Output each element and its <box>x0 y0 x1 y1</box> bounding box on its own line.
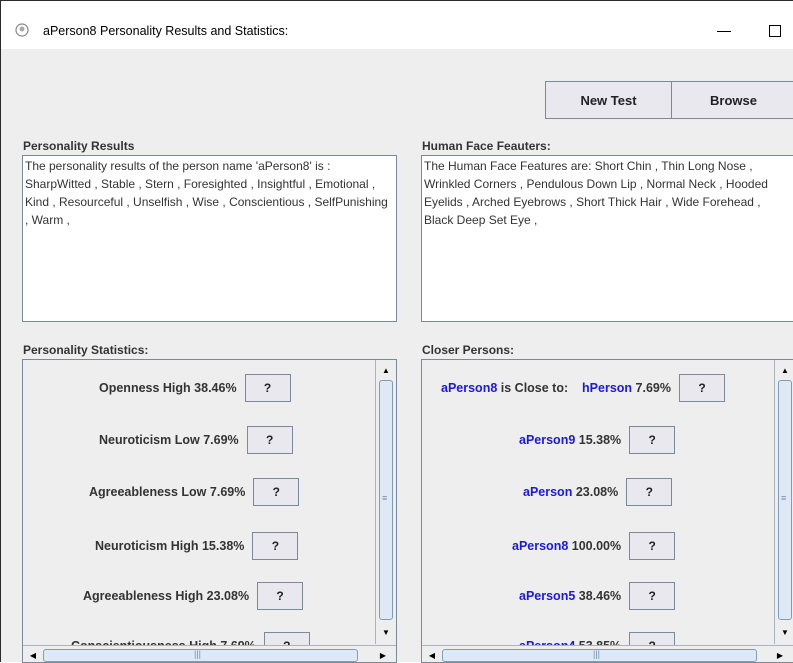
statistic-label: Neuroticism High <box>95 539 199 553</box>
horizontal-scrollbar[interactable]: ◀ ||| ▶ <box>23 645 396 662</box>
statistics-scroll-pane[interactable]: Openness High 38.46% ? Neuroticism Low 7… <box>22 359 397 663</box>
browse-button[interactable]: Browse <box>671 81 793 119</box>
arrow-up-icon[interactable]: ▲ <box>378 362 394 378</box>
closer-persons-label: Closer Persons: <box>422 343 515 357</box>
minimize-icon[interactable] <box>709 19 739 43</box>
title-bar: aPerson8 Personality Results and Statist… <box>1 1 793 49</box>
window-title: aPerson8 Personality Results and Statist… <box>43 24 289 38</box>
person-name: aPerson8 <box>512 539 569 553</box>
closer-person-row: aPerson 23.08% ? <box>523 478 673 506</box>
info-button[interactable]: ? <box>257 582 304 610</box>
info-button[interactable]: ? <box>629 426 676 454</box>
arrow-left-icon[interactable]: ◀ <box>25 647 41 662</box>
arrow-up-icon[interactable]: ▲ <box>777 362 793 378</box>
info-button[interactable]: ? <box>246 426 293 454</box>
grip-icon: ≡ <box>382 493 388 503</box>
statistic-value: 7.69% <box>203 433 239 447</box>
face-features-label: Human Face Feauters: <box>422 139 551 153</box>
closer-persons-scroll-pane[interactable]: aPerson8 is Close to: hPerson 7.69% ? aP… <box>421 359 793 663</box>
statistic-row: Openness High 38.46% ? <box>99 374 291 402</box>
new-test-button[interactable]: New Test <box>545 81 672 119</box>
info-button[interactable]: ? <box>626 478 673 506</box>
closer-person-row: aPerson9 15.38% ? <box>519 426 676 454</box>
statistic-row: Neuroticism Low 7.69% ? <box>99 426 293 454</box>
grip-icon: ||| <box>593 649 601 659</box>
scrollbar-thumb[interactable]: ||| <box>43 649 358 662</box>
info-button[interactable]: ? <box>253 478 300 506</box>
closer-person-header-row: aPerson8 is Close to: hPerson 7.69% ? <box>441 374 725 402</box>
arrow-down-icon[interactable]: ▼ <box>777 624 793 640</box>
person-value: 100.00% <box>571 539 622 553</box>
statistic-label: Agreeableness Low <box>89 485 207 499</box>
current-person-name: aPerson8 <box>441 381 498 395</box>
statistic-value: 38.46% <box>194 381 237 395</box>
person-value: 15.38% <box>578 433 622 447</box>
scrollbar-thumb[interactable]: ≡ <box>379 380 393 620</box>
horizontal-scrollbar[interactable]: ◀ ||| ▶ <box>422 645 793 662</box>
info-button[interactable]: ? <box>679 374 725 402</box>
vertical-scrollbar[interactable]: ▲ ≡ ▼ <box>774 360 793 644</box>
person-value: 38.46% <box>578 589 622 603</box>
closest-person-name: hPerson <box>582 381 633 395</box>
person-name: aPerson <box>523 485 573 499</box>
statistic-label: Neuroticism Low <box>99 433 200 447</box>
closest-person-value: 7.69% <box>635 381 671 395</box>
personality-statistics-label: Personality Statistics: <box>23 343 149 357</box>
face-features-text[interactable]: The Human Face Features are: Short Chin … <box>421 155 793 322</box>
grip-icon: ||| <box>194 649 202 659</box>
info-button[interactable]: ? <box>244 374 291 402</box>
person-name: aPerson5 <box>519 589 576 603</box>
info-button[interactable]: ? <box>629 532 676 560</box>
arrow-right-icon[interactable]: ▶ <box>772 647 788 662</box>
vertical-scrollbar[interactable]: ▲ ≡ ▼ <box>375 360 396 644</box>
statistic-row: Agreeableness Low 7.69% ? <box>89 478 300 506</box>
statistic-value: 15.38% <box>201 539 245 553</box>
statistic-value: 23.08% <box>206 589 250 603</box>
statistic-value: 7.69% <box>209 485 246 499</box>
statistic-row: Neuroticism High 15.38% ? <box>95 532 299 560</box>
info-button[interactable]: ? <box>629 582 676 610</box>
person-value: 23.08% <box>575 485 619 499</box>
scrollbar-thumb[interactable]: ||| <box>442 649 757 662</box>
close-to-label: is Close to: <box>500 381 569 395</box>
person-name: aPerson9 <box>519 433 576 447</box>
statistic-label: Openness High <box>99 381 191 395</box>
personality-results-text[interactable]: The personality results of the person na… <box>22 155 397 322</box>
closer-person-row: aPerson8 100.00% ? <box>512 532 676 560</box>
scrollbar-thumb[interactable]: ≡ <box>778 380 792 620</box>
arrow-right-icon[interactable]: ▶ <box>375 647 391 662</box>
app-window: aPerson8 Personality Results and Statist… <box>0 0 793 663</box>
closer-person-row: aPerson5 38.46% ? <box>519 582 676 610</box>
grip-icon: ≡ <box>781 493 787 503</box>
arrow-down-icon[interactable]: ▼ <box>378 624 394 640</box>
arrow-left-icon[interactable]: ◀ <box>424 647 440 662</box>
app-logo-icon <box>15 23 29 37</box>
personality-results-label: Personality Results <box>23 139 135 153</box>
statistic-row: Agreeableness High 23.08% ? <box>83 582 304 610</box>
maximize-icon[interactable] <box>761 19 791 43</box>
info-button[interactable]: ? <box>252 532 299 560</box>
statistic-label: Agreeableness High <box>83 589 204 603</box>
